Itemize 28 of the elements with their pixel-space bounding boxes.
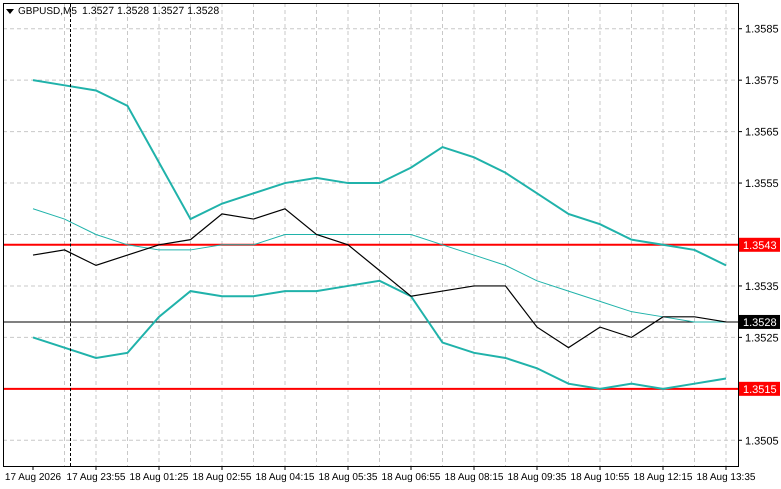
time-axis-label: 17 Aug 23:55 — [66, 472, 126, 483]
symbol-label: GBPUSD,M5 — [18, 6, 77, 17]
time-axis-label: 18 Aug 09:35 — [508, 472, 566, 483]
time-axis-label: 18 Aug 02:55 — [192, 472, 252, 483]
time-axis-label: 18 Aug 04:15 — [256, 472, 314, 483]
time-axis-label: 18 Aug 05:35 — [318, 472, 378, 483]
price-axis-label: 1.3525 — [745, 332, 779, 344]
time-axis-label: 18 Aug 01:25 — [130, 472, 188, 483]
ohlc-quote: 1.3527 1.3528 1.3527 1.3528 — [82, 5, 220, 17]
ref-line-label: 1.3515 — [743, 384, 777, 396]
time-axis-label: 18 Aug 13:35 — [696, 472, 756, 483]
price-axis-label: 1.3505 — [745, 435, 779, 448]
price-axis-label: 1.3585 — [745, 24, 779, 36]
time-axis-label: 18 Aug 06:55 — [382, 472, 440, 483]
time-axis-label: 18 Aug 08:15 — [444, 472, 504, 483]
price-axis-label: 1.3555 — [745, 178, 779, 190]
time-axis-label: 18 Aug 10:55 — [570, 472, 630, 483]
dropdown-triangle-icon[interactable] — [6, 9, 14, 14]
time-axis-label: 17 Aug 2026 — [4, 472, 62, 483]
price-level-tag: 1.3543 — [739, 238, 780, 252]
price-level-tag: 1.3528 — [739, 314, 780, 329]
price-axis-label: 1.3535 — [745, 280, 779, 293]
price-axis-label: 1.3565 — [745, 126, 779, 139]
ref-line-label: 1.3543 — [743, 240, 777, 252]
price-axis-label: 1.3575 — [745, 75, 779, 88]
price-level-tag: 1.3515 — [739, 382, 780, 396]
ref-line-label: 1.3528 — [743, 316, 777, 329]
time-axis-label: 18 Aug 12:15 — [634, 472, 692, 483]
